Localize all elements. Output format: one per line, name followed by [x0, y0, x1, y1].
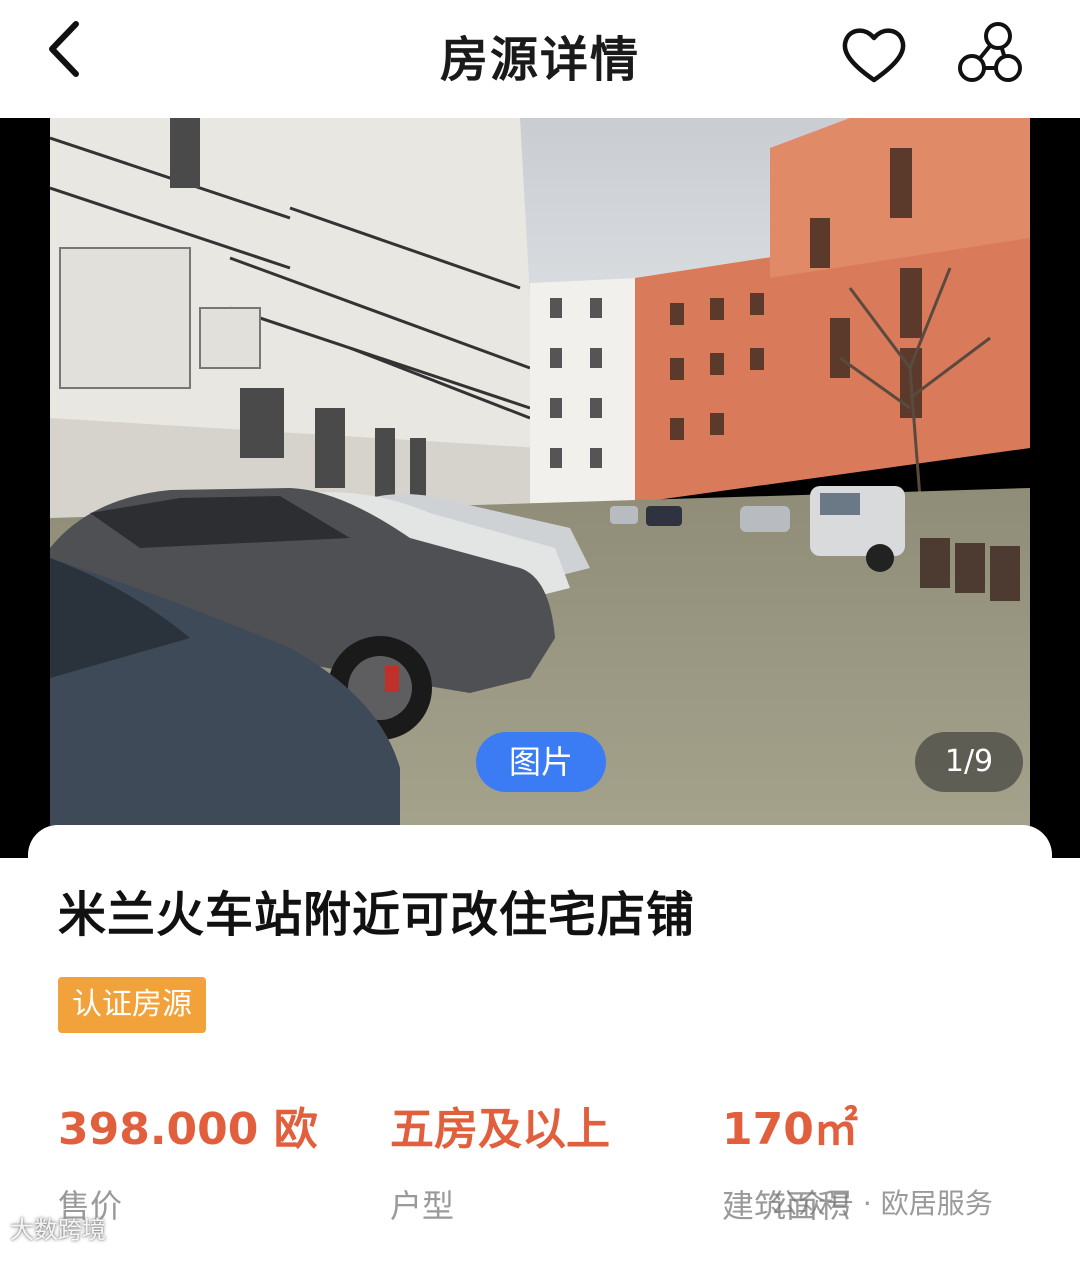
photo-counter: 1/9 — [915, 732, 1023, 792]
price-stat: 398.000 欧 售价 — [58, 1093, 318, 1227]
heart-icon — [842, 28, 906, 83]
photo-gallery[interactable]: 图片 1/9 — [0, 118, 1080, 858]
layout-stat: 五房及以上 户型 — [390, 1093, 610, 1227]
top-bar: 房源详情 — [0, 0, 1080, 118]
photo-tab-button[interactable]: 图片 — [476, 732, 606, 792]
listing-title: 米兰火车站附近可改住宅店铺 — [58, 887, 696, 943]
price-value: 398.000 欧 — [58, 1104, 318, 1155]
layout-value: 五房及以上 — [390, 1104, 610, 1155]
favorite-button[interactable] — [838, 18, 910, 90]
watermark-left: 大数跨境 — [10, 1216, 106, 1244]
share-icon — [958, 22, 1022, 82]
layout-label: 户型 — [390, 1187, 455, 1225]
watermark-right: 公众号 · 欧居服务 — [770, 1187, 993, 1220]
area-value: 170㎡ — [722, 1104, 858, 1155]
verified-badge: 认证房源 — [58, 977, 206, 1033]
share-button[interactable] — [950, 14, 1030, 94]
page-title: 房源详情 — [439, 32, 640, 88]
